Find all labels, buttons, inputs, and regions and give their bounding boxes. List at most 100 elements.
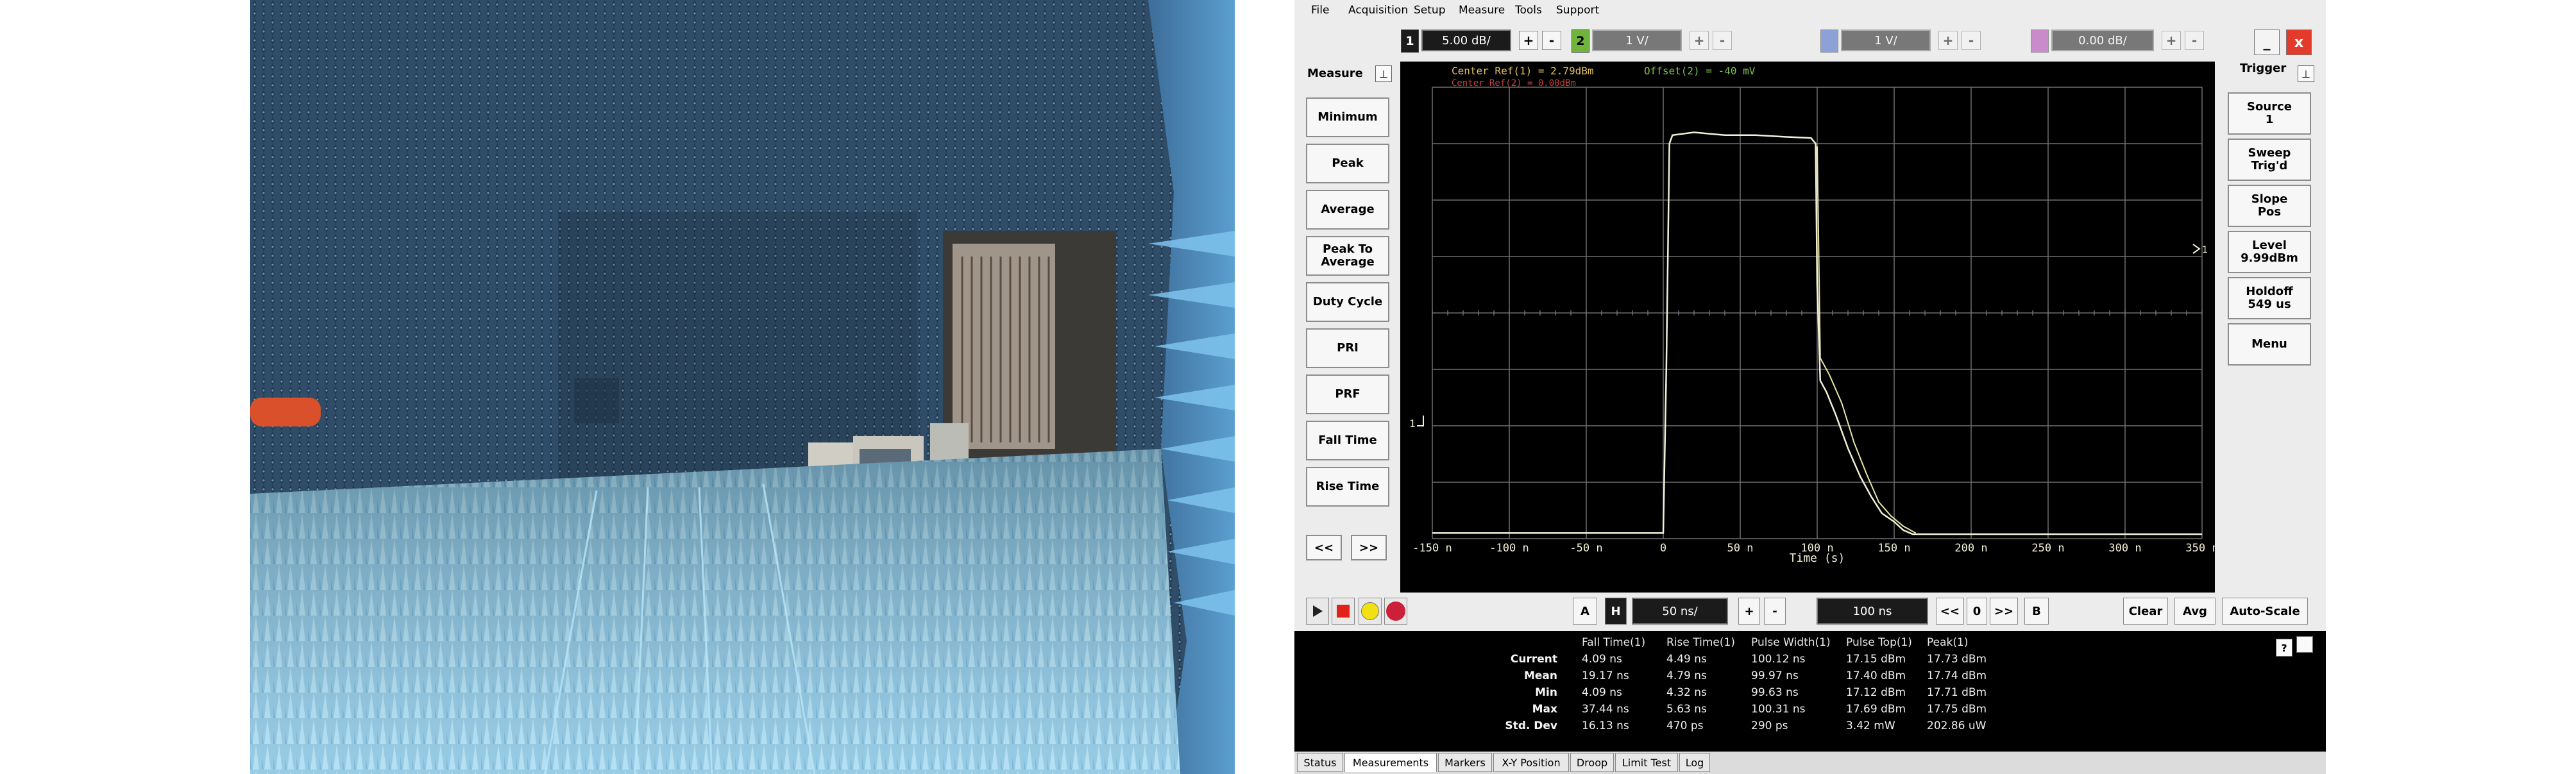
menu-tools[interactable]: Tools [1515, 4, 1542, 17]
measurements-pin-icon[interactable]: ⊥ [2296, 636, 2313, 653]
channel-1-plus-button[interactable]: + [1519, 31, 1538, 50]
trigger-holdoff-button[interactable]: Holdoff 549 us [2228, 277, 2311, 319]
help-button[interactable]: ? [2276, 639, 2292, 657]
menu-acquisition[interactable]: Acquisition [1348, 4, 1408, 17]
time-tick-label: 150 n [1877, 542, 1910, 555]
single-button[interactable] [1359, 598, 1382, 625]
horizontal-indicator[interactable]: H [1605, 598, 1627, 625]
tab-xy-position[interactable]: X-Y Position [1493, 753, 1569, 772]
time-tick-label: 200 n [1954, 542, 1987, 555]
minimize-button[interactable]: _ [2254, 29, 2280, 55]
chamber-photo-image [250, 0, 1235, 774]
trigger-sweep-button[interactable]: Sweep Trig'd [2228, 139, 2311, 181]
measure-fall-time-button[interactable]: Fall Time [1306, 421, 1389, 460]
timebase-plus-button[interactable]: + [1738, 598, 1760, 625]
marker-a-button[interactable]: A [1573, 598, 1597, 625]
cell-max-rise-time: 5.63 ns [1666, 703, 1707, 716]
channel-1-ground-marker: 1 [1409, 417, 1416, 430]
channel-3-indicator[interactable] [1820, 29, 1838, 53]
cell-max-fall-time: 37.44 ns [1582, 703, 1629, 716]
channel-1-indicator[interactable]: 1 [1401, 29, 1419, 53]
trigger-pin-icon[interactable]: ⊥ [2298, 65, 2314, 82]
column-header-rise-time: Rise Time(1) [1666, 636, 1735, 649]
channel-1-ground-marker-arrow [1417, 416, 1424, 426]
menu-measure[interactable]: Measure [1459, 4, 1505, 17]
timebase-minus-button[interactable]: - [1764, 598, 1786, 625]
cell-min-rise-time: 4.32 ns [1666, 686, 1707, 699]
close-button[interactable]: x [2286, 29, 2312, 55]
stop-icon [1337, 605, 1350, 618]
cell-std-dev-peak: 202.86 uW [1927, 719, 1987, 732]
measure-rise-time-button[interactable]: Rise Time [1306, 467, 1389, 507]
delay-forward-button[interactable]: >> [1990, 598, 2018, 625]
channel-1-scale[interactable]: 5.00 dB/ [1421, 29, 1511, 51]
channel-4-scale[interactable]: 0.00 dB/ [2051, 29, 2154, 51]
cell-current-fall-time: 4.09 ns [1582, 653, 1622, 666]
channel-4-minus-button[interactable]: - [2185, 31, 2204, 50]
channel-3-plus-button[interactable]: + [1938, 31, 1958, 50]
delay-rewind-button[interactable]: << [1936, 598, 1964, 625]
channel-4-indicator[interactable] [2031, 29, 2049, 53]
measure-pin-icon[interactable]: ⊥ [1375, 65, 1392, 82]
record-button[interactable] [1384, 598, 1407, 625]
tab-log[interactable]: Log [1679, 753, 1710, 772]
trigger-slope-button[interactable]: Slope Pos [2228, 185, 2311, 227]
offset-2-readout: Offset(2) = -40 mV [1644, 65, 1756, 77]
cell-min-pulse-top: 17.12 dBm [1846, 686, 1906, 699]
timebase-display[interactable]: 50 ns/ [1632, 598, 1728, 625]
trigger-level-marker-arrow [2192, 244, 2201, 254]
menu-setup[interactable]: Setup [1414, 4, 1445, 17]
trigger-sweep-label: Sweep [2248, 146, 2291, 160]
stop-button[interactable] [1332, 598, 1355, 625]
measure-minimum-button[interactable]: Minimum [1306, 97, 1389, 137]
scope-display[interactable]: Center Ref(1) = 2.79dBm Offset(2) = -40 … [1400, 62, 2215, 593]
cell-std-dev-pulse-top: 3.42 mW [1846, 719, 1895, 732]
trigger-source-button[interactable]: Source 1 [2228, 92, 2311, 135]
channel-3-scale[interactable]: 1 V/ [1841, 29, 1931, 51]
measure-prev-button[interactable]: << [1306, 535, 1342, 560]
trigger-holdoff-label: Holdoff [2246, 285, 2293, 299]
tab-measurements[interactable]: Measurements [1344, 753, 1437, 772]
channel-4-plus-button[interactable]: + [2162, 31, 2181, 50]
menu-bar: File Acquisition Setup Measure Tools Sup… [1294, 0, 2326, 22]
tab-markers[interactable]: Markers [1438, 753, 1492, 772]
menu-file[interactable]: File [1311, 4, 1329, 17]
scope-graticule: Center Ref(1) = 2.79dBm Offset(2) = -40 … [1409, 65, 2215, 565]
time-tick-label: 250 n [2031, 542, 2064, 555]
delay-display[interactable]: 100 ns [1817, 598, 1928, 625]
tab-droop[interactable]: Droop [1570, 753, 1614, 772]
trigger-source-label: Source [2247, 100, 2292, 114]
channel-2-plus-button[interactable]: + [1690, 31, 1709, 50]
measure-duty-cycle-button[interactable]: Duty Cycle [1306, 282, 1389, 322]
channel-2-minus-button[interactable]: - [1713, 31, 1732, 50]
play-icon [1313, 605, 1323, 617]
run-button[interactable] [1306, 598, 1329, 625]
time-tick-label: 0 [1660, 542, 1666, 555]
channel-3-minus-button[interactable]: - [1962, 31, 1981, 50]
measure-peak-button[interactable]: Peak [1306, 144, 1389, 183]
cell-min-pulse-width: 99.63 ns [1751, 686, 1799, 699]
cell-mean-fall-time: 19.17 ns [1582, 669, 1629, 682]
channel-2-scale[interactable]: 1 V/ [1592, 29, 1682, 51]
trigger-menu-button[interactable]: Menu [2228, 323, 2311, 366]
channel-2-indicator[interactable]: 2 [1572, 29, 1589, 53]
auto-scale-button[interactable]: Auto-Scale [2222, 598, 2308, 625]
measure-next-button[interactable]: >> [1351, 535, 1387, 560]
average-button[interactable]: Avg [2174, 598, 2216, 625]
clear-button[interactable]: Clear [2123, 598, 2168, 625]
marker-b-button[interactable]: B [2024, 598, 2049, 625]
measure-pri-button[interactable]: PRI [1306, 328, 1389, 368]
cell-std-dev-rise-time: 470 ps [1666, 719, 1704, 732]
measure-average-button[interactable]: Average [1306, 190, 1389, 230]
measure-prf-button[interactable]: PRF [1306, 374, 1389, 414]
delay-zero-button[interactable]: 0 [1967, 598, 1987, 625]
tab-limit-test[interactable]: Limit Test [1615, 753, 1678, 772]
trigger-panel-title: Trigger [2240, 62, 2287, 75]
measure-peak-to-average-button[interactable]: Peak To Average [1306, 236, 1389, 276]
menu-support[interactable]: Support [1556, 4, 1599, 17]
trigger-menu-label: Menu [2251, 337, 2287, 351]
trigger-slope-label: Slope [2251, 192, 2288, 206]
tab-status[interactable]: Status [1297, 753, 1343, 772]
channel-1-minus-button[interactable]: - [1542, 31, 1561, 50]
trigger-level-button[interactable]: Level 9.99dBm [2228, 231, 2311, 273]
